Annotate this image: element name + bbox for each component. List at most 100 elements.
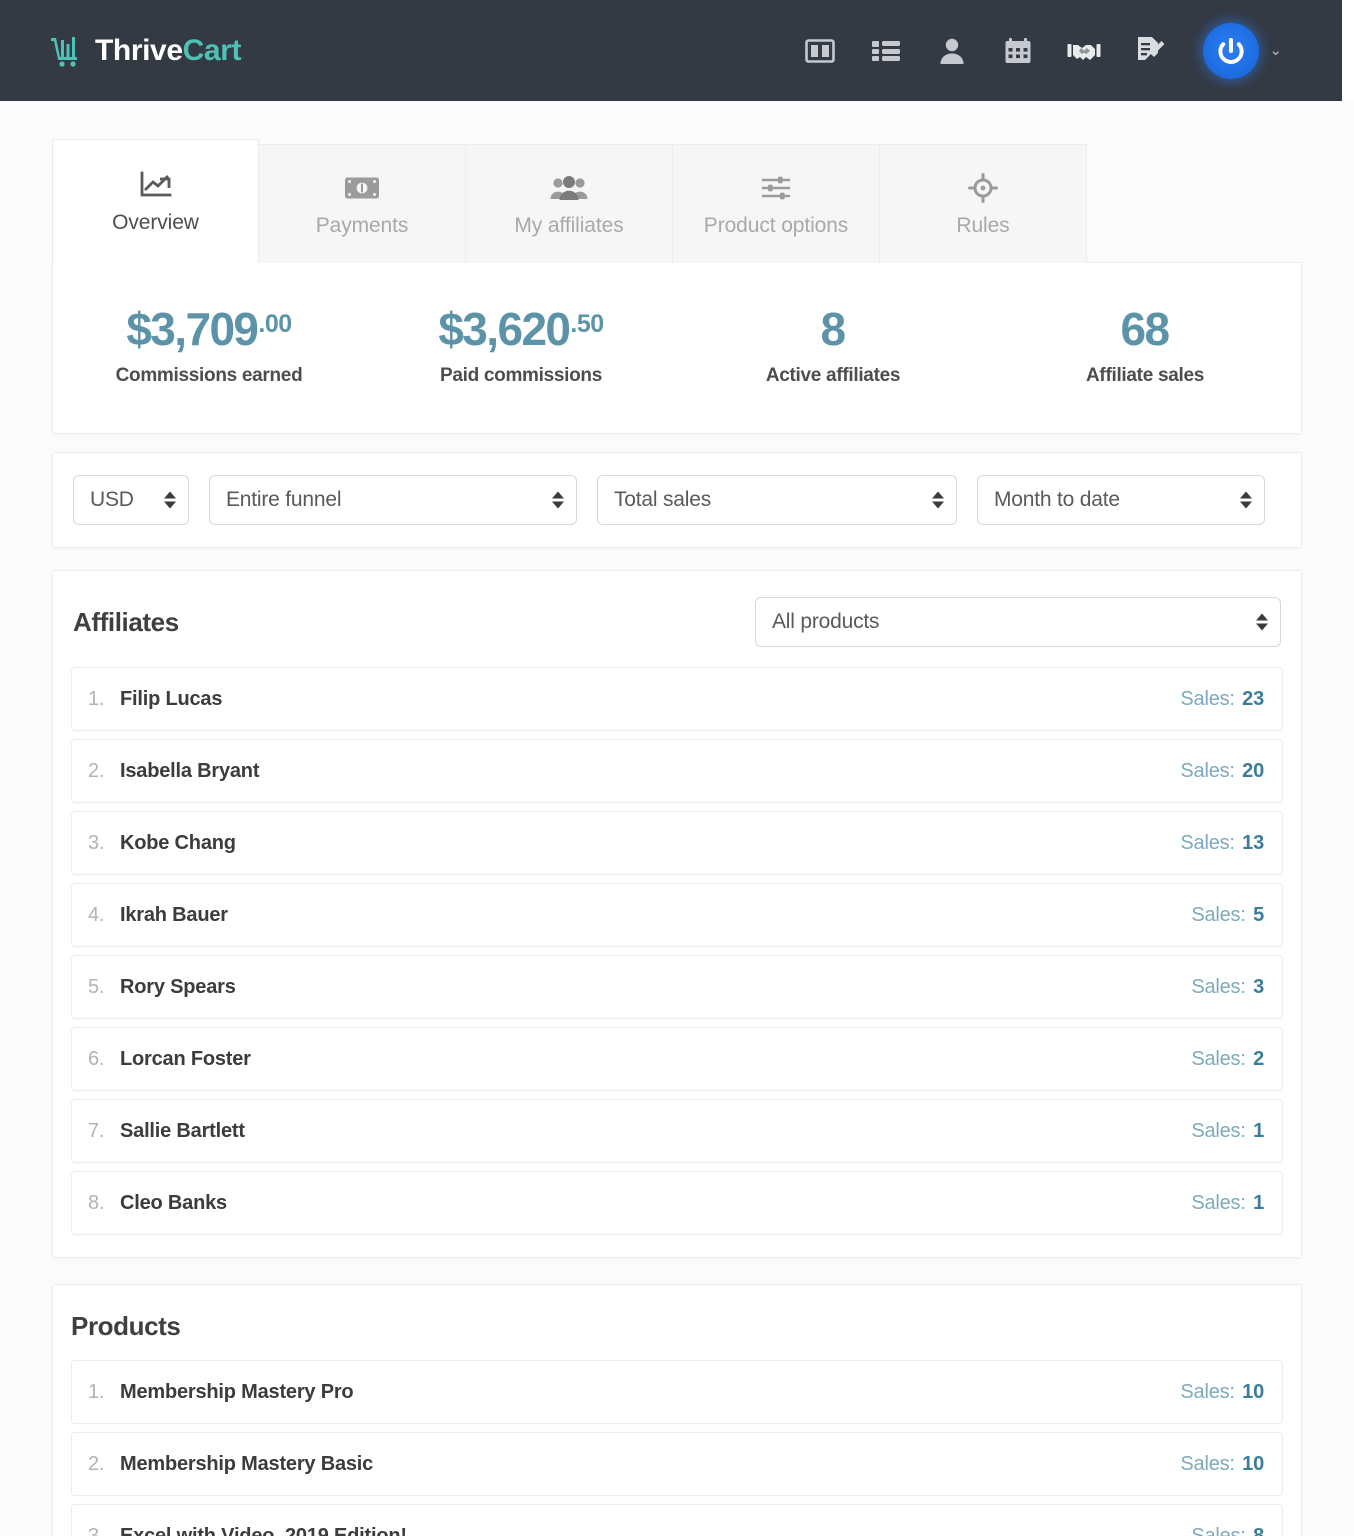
products-panel: Products 1. Membership Mastery Pro Sales… [52,1284,1302,1536]
row-sales-label: Sales: [1180,759,1235,782]
table-row[interactable]: 8. Cleo Banks Sales: 1 [71,1171,1283,1236]
handshake-icon[interactable] [1067,34,1101,68]
row-sales: Sales: 23 [1180,688,1264,711]
chevron-down-icon[interactable]: ⌄ [1269,43,1282,58]
row-index: 3. [88,831,105,854]
products-title: Products [71,1311,181,1342]
date-range-select[interactable]: Month to date [977,475,1265,526]
row-sales-value: 2 [1253,1047,1264,1070]
row-sales-label: Sales: [1191,1524,1246,1536]
row-sales-value: 1 [1253,1191,1264,1214]
row-name: Isabella Bryant [120,759,260,782]
table-row[interactable]: 4. Ikrah Bauer Sales: 5 [71,883,1283,948]
row-sales: Sales: 13 [1180,832,1264,855]
row-name: Ikrah Bauer [120,903,228,926]
stat-value-main: 68 [1120,303,1171,355]
row-sales-label: Sales: [1191,975,1246,998]
row-sales-value: 23 [1242,687,1264,710]
stat-label: Commissions earned [115,365,303,387]
layout-columns-icon[interactable] [803,34,837,68]
avatar[interactable] [1203,22,1260,79]
row-sales-value: 1 [1253,1119,1264,1142]
tab-rules[interactable]: Rules [880,144,1087,263]
top-navigation-bar: ThriveCart ⌄ [0,0,1342,101]
row-index: 1. [88,1380,105,1403]
person-icon[interactable] [935,34,969,68]
calendar-icon[interactable] [1001,34,1035,68]
tab-my-affiliates[interactable]: My affiliates [466,144,673,263]
table-row[interactable]: 3. Excel with Video, 2019 Edition! Sales… [71,1504,1283,1536]
tab-payments[interactable]: Payments [259,144,466,263]
list-icon[interactable] [869,34,903,68]
row-sales-label: Sales: [1191,1047,1246,1070]
tab-my-affiliates-label: My affiliates [514,213,624,237]
document-edit-icon[interactable] [1133,34,1167,68]
row-sales: Sales: 10 [1180,1453,1264,1476]
stat-commissions-earned: $3,709.00 Commissions earned [53,305,365,387]
currency-select[interactable]: USD [73,475,189,526]
row-index: 7. [88,1119,105,1142]
brand-name-first: Thrive [95,33,183,67]
table-row[interactable]: 1. Membership Mastery Pro Sales: 10 [71,1360,1283,1425]
row-index: 3. [88,1524,105,1536]
stat-label: Active affiliates [765,365,901,387]
table-row[interactable]: 3. Kobe Chang Sales: 13 [71,811,1283,876]
row-sales-label: Sales: [1191,1119,1246,1142]
chart-line-icon [139,168,173,202]
table-row[interactable]: 5. Rory Spears Sales: 3 [71,955,1283,1020]
all-products-select[interactable]: All products [755,597,1281,648]
brand-name: ThriveCart [95,34,241,68]
table-row[interactable]: 7. Sallie Bartlett Sales: 1 [71,1099,1283,1164]
row-index: 5. [88,975,105,998]
stepper-arrows-icon [1240,491,1252,509]
row-name: Kobe Chang [120,831,236,854]
brand-logo[interactable]: ThriveCart [48,34,241,68]
products-list: 1. Membership Mastery Pro Sales: 10 2. M… [71,1360,1283,1536]
brand-name-second: Cart [182,33,242,67]
stat-paid-commissions: $3,620.50 Paid commissions [365,305,677,387]
date-range-select-value: Month to date [994,488,1120,512]
row-sales-label: Sales: [1180,831,1235,854]
stat-affiliate-sales: 68 Affiliate sales [989,305,1301,387]
row-name: Rory Spears [120,975,236,998]
tab-rules-label: Rules [956,213,1010,237]
table-row[interactable]: 2. Isabella Bryant Sales: 20 [71,739,1283,804]
row-index: 8. [88,1191,105,1214]
table-row[interactable]: 1. Filip Lucas Sales: 23 [71,667,1283,732]
page-body: Overview Payments My affiliates Product … [0,101,1354,1536]
stat-active-affiliates: 8 Active affiliates [677,305,989,387]
stat-value: 8 [677,305,989,353]
target-icon [968,171,998,205]
metric-select[interactable]: Total sales [597,475,957,526]
row-sales: Sales: 5 [1191,904,1264,927]
stepper-arrows-icon [932,491,944,509]
metric-select-value: Total sales [614,488,712,512]
row-index: 2. [88,1452,105,1475]
affiliates-panel: Affiliates All products 1. Filip Lucas S… [52,570,1302,1259]
row-sales-label: Sales: [1180,1452,1235,1475]
stats-panel: $3,709.00 Commissions earned $3,620.50 P… [52,262,1302,435]
tab-overview[interactable]: Overview [52,139,259,265]
funnel-select-value: Entire funnel [226,488,342,512]
tab-product-options[interactable]: Product options [673,144,880,263]
row-name: Membership Mastery Basic [120,1452,374,1475]
sliders-icon [760,171,792,205]
row-sales: Sales: 1 [1191,1120,1264,1143]
stat-value-main: 8 [820,303,847,355]
affiliates-list: 1. Filip Lucas Sales: 23 2. Isabella Bry… [71,667,1283,1236]
all-products-select-value: All products [772,610,880,634]
funnel-select[interactable]: Entire funnel [209,475,577,526]
row-sales: Sales: 10 [1180,1381,1264,1404]
row-sales-value: 8 [1253,1524,1264,1536]
currency-select-value: USD [90,488,134,512]
table-row[interactable]: 2. Membership Mastery Basic Sales: 10 [71,1432,1283,1497]
table-row[interactable]: 6. Lorcan Foster Sales: 2 [71,1027,1283,1092]
filter-bar: USD Entire funnel Total sales Month to d… [52,452,1302,549]
account-menu[interactable]: ⌄ [1203,22,1282,79]
row-sales-value: 10 [1242,1380,1264,1403]
row-sales-value: 3 [1253,975,1264,998]
stat-value-cents: .00 [258,310,292,338]
row-sales: Sales: 1 [1191,1192,1264,1215]
banknote-icon [344,171,380,205]
stat-label: Affiliate sales [1086,365,1204,387]
